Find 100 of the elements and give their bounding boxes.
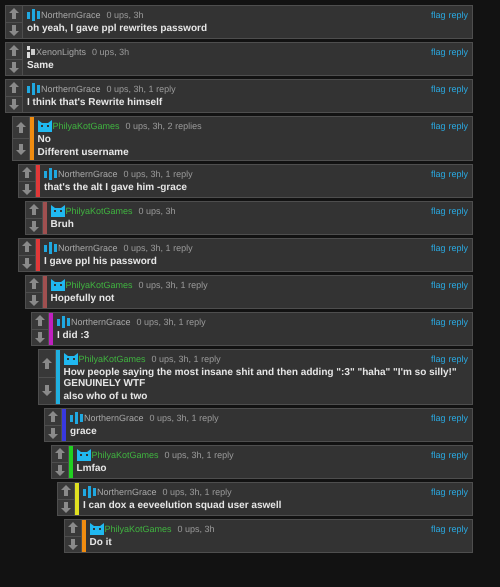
username-link[interactable]: NorthernGrace xyxy=(97,486,157,496)
reply-link[interactable]: reply xyxy=(448,206,468,216)
up-arrow-icon xyxy=(68,522,78,534)
upvote-button[interactable] xyxy=(6,43,22,58)
comment-meta: 0 ups, 3h, 1 reply xyxy=(124,242,193,252)
reply-link[interactable]: reply xyxy=(448,120,468,130)
reply-link[interactable]: reply xyxy=(448,354,468,364)
reply-link[interactable]: reply xyxy=(448,280,468,290)
downvote-button[interactable] xyxy=(6,96,22,112)
username-link[interactable]: PhilyaKotGames xyxy=(66,280,133,290)
down-arrow-icon xyxy=(54,464,64,476)
upvote-button[interactable] xyxy=(32,313,48,328)
username-link[interactable]: PhilyaKotGames xyxy=(78,354,146,364)
flag-link[interactable]: flag xyxy=(430,486,446,496)
downvote-button[interactable] xyxy=(26,292,42,308)
upvote-button[interactable] xyxy=(6,80,22,96)
upvote-button[interactable] xyxy=(19,165,35,180)
comment-text: Different username xyxy=(38,147,130,158)
downvote-button[interactable] xyxy=(45,424,61,441)
reply-link[interactable]: reply xyxy=(448,486,468,496)
downvote-button[interactable] xyxy=(38,376,54,404)
down-arrow-icon xyxy=(9,98,19,110)
comment-text: Bruh xyxy=(50,219,75,230)
flag-link[interactable]: flag xyxy=(430,46,446,56)
username-link[interactable]: NorthernGrace xyxy=(58,242,118,252)
comment-meta: 0 ups, 3h, 1 reply xyxy=(138,280,208,290)
downvote-button[interactable] xyxy=(58,498,74,515)
username-link[interactable]: NorthernGrace xyxy=(41,10,101,20)
comment-text: I gave ppl his password xyxy=(44,256,158,267)
username-link[interactable]: PhilyaKotGames xyxy=(66,206,133,216)
username-link[interactable]: NorthernGrace xyxy=(41,84,101,94)
flag-link[interactable]: flag xyxy=(430,450,446,460)
comment-meta: 0 ups, 3h xyxy=(178,524,215,534)
flag-link[interactable]: flag xyxy=(430,206,446,216)
cat-avatar-icon xyxy=(38,120,52,132)
comment-meta: 0 ups, 3h, 2 replies xyxy=(126,120,202,130)
downvote-button[interactable] xyxy=(32,328,48,345)
upvote-button[interactable] xyxy=(45,409,61,424)
reply-link[interactable]: reply xyxy=(448,242,468,252)
reply-link[interactable]: reply xyxy=(448,524,468,534)
down-arrow-icon xyxy=(68,538,78,550)
flag-link[interactable]: flag xyxy=(430,242,446,252)
upvote-button[interactable] xyxy=(38,350,54,376)
down-arrow-icon xyxy=(9,24,19,36)
downvote-button[interactable] xyxy=(19,180,35,197)
reply-link[interactable]: reply xyxy=(448,84,468,94)
reply-link[interactable]: reply xyxy=(448,10,468,20)
up-arrow-icon xyxy=(22,241,32,252)
downvote-button[interactable] xyxy=(64,536,80,552)
flag-link[interactable]: flag xyxy=(430,412,446,422)
reply-link[interactable]: reply xyxy=(448,46,468,56)
flag-link[interactable]: flag xyxy=(430,524,446,534)
up-arrow-icon xyxy=(54,448,64,460)
flag-link[interactable]: flag xyxy=(430,168,446,178)
upvote-button[interactable] xyxy=(64,520,80,536)
up-arrow-icon xyxy=(22,167,32,178)
flag-link[interactable]: flag xyxy=(430,84,446,94)
reply-link[interactable]: reply xyxy=(448,412,468,422)
upvote-button[interactable] xyxy=(6,6,22,22)
down-arrow-icon xyxy=(9,62,19,73)
username-link[interactable]: PhilyaKotGames xyxy=(104,524,172,534)
downvote-button[interactable] xyxy=(6,58,22,75)
bars-avatar-icon xyxy=(83,486,96,498)
downvote-button[interactable] xyxy=(6,22,22,38)
username-link[interactable]: PhilyaKotGames xyxy=(92,450,159,460)
username-link[interactable]: NorthernGrace xyxy=(58,168,118,178)
flag-link[interactable]: flag xyxy=(430,316,446,326)
down-arrow-icon xyxy=(35,332,45,343)
comment-meta: 0 ups, 3h xyxy=(138,206,176,216)
upvote-button[interactable] xyxy=(12,117,28,138)
bars-avatar-icon xyxy=(27,8,40,20)
username-link[interactable]: PhilyaKotGames xyxy=(52,120,120,130)
comment-meta: 0 ups, 3h, 1 reply xyxy=(164,450,234,460)
comment-text: No xyxy=(38,134,52,145)
bars-avatar-icon xyxy=(44,168,57,180)
upvote-button[interactable] xyxy=(52,446,68,462)
reply-link[interactable]: reply xyxy=(448,316,468,326)
upvote-button[interactable] xyxy=(26,202,42,218)
flag-link[interactable]: flag xyxy=(430,10,446,20)
username-link[interactable]: NorthernGrace xyxy=(84,412,144,422)
up-arrow-icon xyxy=(28,278,38,290)
comment-text: Same xyxy=(27,60,55,71)
flag-link[interactable]: flag xyxy=(430,354,446,364)
reply-link[interactable]: reply xyxy=(448,450,468,460)
username-link[interactable]: NorthernGrace xyxy=(71,316,131,326)
downvote-button[interactable] xyxy=(26,218,42,234)
downvote-button[interactable] xyxy=(19,254,35,271)
comment-text: also who of u two xyxy=(64,391,148,402)
bars-avatar-icon xyxy=(57,316,70,328)
downvote-button[interactable] xyxy=(52,462,68,478)
downvote-button[interactable] xyxy=(12,138,28,160)
reply-link[interactable]: reply xyxy=(448,168,468,178)
upvote-button[interactable] xyxy=(58,483,74,498)
upvote-button[interactable] xyxy=(26,276,42,292)
comment-meta: 0 ups, 3h, 1 reply xyxy=(150,412,219,422)
flag-link[interactable]: flag xyxy=(430,120,446,130)
up-arrow-icon xyxy=(9,45,19,56)
username-link[interactable]: XenonLights xyxy=(36,46,86,56)
upvote-button[interactable] xyxy=(19,239,35,254)
flag-link[interactable]: flag xyxy=(430,280,446,290)
